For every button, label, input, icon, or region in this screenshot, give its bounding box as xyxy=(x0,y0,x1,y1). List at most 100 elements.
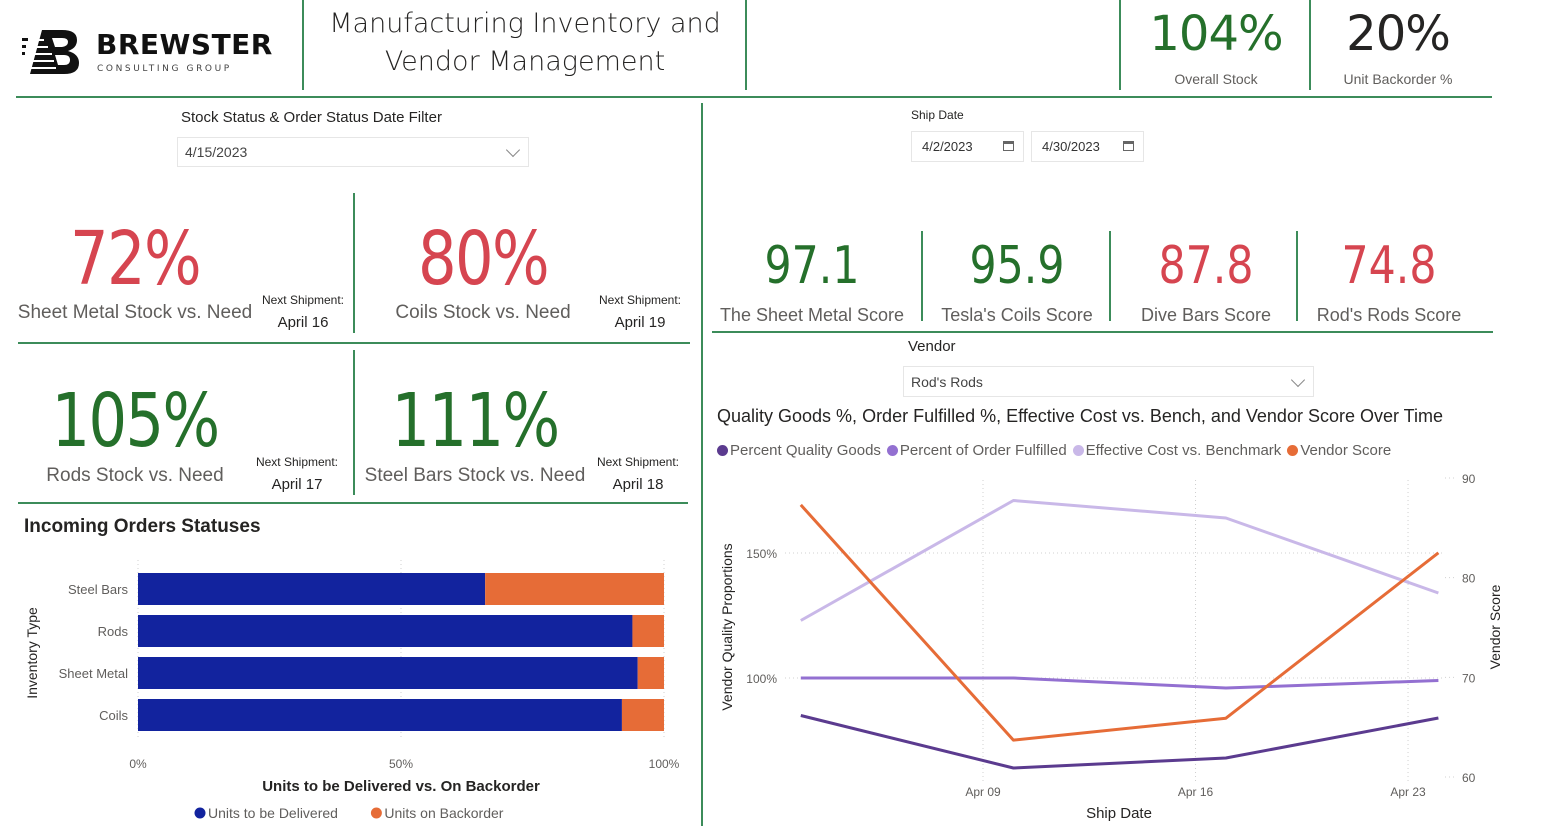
ship-date-start-input[interactable]: 4/2/2023 xyxy=(911,131,1024,162)
score-value: 87.8 xyxy=(1158,236,1254,296)
legend-marker xyxy=(886,445,898,456)
logo-subtitle: CONSULTING GROUP xyxy=(97,64,232,74)
legend-item[interactable]: Vendor Score xyxy=(1287,442,1391,459)
stock-filter-title: Stock Status & Order Status Date Filter xyxy=(181,109,442,126)
legend-marker xyxy=(1072,445,1084,456)
y-tick-label: Coils xyxy=(99,708,128,723)
divider xyxy=(712,331,1493,333)
next-shipment-label: Next Shipment: xyxy=(598,293,682,307)
incoming-orders-bar-chart: 0% 50% 100% Steel Bars Rods Sheet Metal Coils I… xyxy=(24,560,680,821)
calendar-icon[interactable] xyxy=(1123,141,1134,151)
ship-date-end-input[interactable]: 4/30/2023 xyxy=(1031,131,1144,162)
ship-date-title: Ship Date xyxy=(911,108,964,122)
score-value: 97.1 xyxy=(764,236,860,296)
divider xyxy=(18,502,688,504)
legend-marker xyxy=(717,445,728,456)
legend-label: Units to be Delivered xyxy=(208,805,338,821)
line-chart-legend: Percent Quality Goods Percent of Order Fu… xyxy=(717,442,1391,459)
bar-segment xyxy=(621,699,664,731)
logo-mark-icon xyxy=(22,30,79,74)
overall-stock-label: Overall Stock xyxy=(1174,71,1258,87)
bar-segment xyxy=(138,699,622,731)
x-axis-title: Units to be Delivered vs. On Backorder xyxy=(262,778,540,795)
next-shipment-date: April 19 xyxy=(614,314,666,331)
series-line-vendor-score xyxy=(799,503,1440,742)
bar-segment xyxy=(138,615,633,647)
x-tick-label: 100% xyxy=(649,757,680,771)
stock-value: 80% xyxy=(418,216,550,302)
legend-item[interactable]: Effective Cost vs. Benchmark xyxy=(1072,442,1282,459)
stock-value: 105% xyxy=(51,378,221,464)
unit-backorder-label: Unit Backorder % xyxy=(1343,71,1453,87)
logo-name: BREWSTER xyxy=(96,28,273,61)
stock-value: 111% xyxy=(391,378,561,464)
stock-value: 72% xyxy=(70,216,202,302)
bar-segment xyxy=(637,657,664,689)
line-chart-title: Quality Goods %, Order Fulfilled %, Effe… xyxy=(717,406,1443,426)
score-value: 74.8 xyxy=(1341,236,1437,296)
x-tick-label: 50% xyxy=(389,757,413,771)
y2-tick-label: 90 xyxy=(1462,472,1476,486)
y-tick-label: 100% xyxy=(746,672,777,686)
next-shipment-date: April 18 xyxy=(612,476,664,493)
x-axis-title: Ship Date xyxy=(1086,805,1152,822)
score-label: Tesla's Coils Score xyxy=(941,305,1093,325)
score-value: 95.9 xyxy=(969,236,1065,296)
header-divider xyxy=(16,96,1492,98)
legend-label: Percent Quality Goods xyxy=(730,442,881,459)
chevron-down-icon xyxy=(1290,372,1306,387)
legend-marker xyxy=(370,807,382,819)
divider xyxy=(302,0,304,90)
vendor-dropdown[interactable]: Rod's Rods xyxy=(903,366,1314,397)
y2-axis-title: Vendor Score xyxy=(1487,584,1503,669)
bar-segment xyxy=(485,573,664,605)
stock-filter-dropdown[interactable]: 4/15/2023 xyxy=(177,137,529,167)
series-line-percent-quality-goods xyxy=(800,714,1439,770)
y2-tick-label: 60 xyxy=(1462,771,1476,785)
divider xyxy=(1119,0,1121,90)
page-title-line1: Manufacturing Inventory and xyxy=(329,8,721,39)
bar-chart-title: Incoming Orders Statuses xyxy=(24,516,261,537)
vendor-quality-line-chart: 100% 150% 60 70 80 90 Apr 09 Apr 16 Apr 23 Vendor… xyxy=(719,472,1503,822)
bar-segment xyxy=(632,615,664,647)
divider xyxy=(18,342,690,344)
vendor-slicer-title: Vendor xyxy=(908,338,956,355)
series-line-percent-of-order-fulfilled xyxy=(800,676,1439,690)
divider xyxy=(745,0,747,90)
y-tick-label: 150% xyxy=(746,547,777,561)
stock-label: Steel Bars Stock vs. Need xyxy=(364,465,586,486)
next-shipment-label: Next Shipment: xyxy=(261,293,345,307)
next-shipment-label: Next Shipment: xyxy=(255,455,339,469)
ship-date-start-value: 4/2/2023 xyxy=(922,139,973,154)
stock-label: Rods Stock vs. Need xyxy=(46,465,224,486)
stock-label: Coils Stock vs. Need xyxy=(395,302,571,323)
bar-segment xyxy=(138,657,638,689)
calendar-icon[interactable] xyxy=(1003,141,1014,151)
next-shipment-label: Next Shipment: xyxy=(596,455,680,469)
ship-date-end-value: 4/30/2023 xyxy=(1042,139,1100,154)
x-tick-label: Apr 09 xyxy=(965,785,1001,799)
legend-label: Units on Backorder xyxy=(384,805,503,821)
legend-label: Effective Cost vs. Benchmark xyxy=(1085,442,1282,459)
score-label: Rod's Rods Score xyxy=(1316,305,1462,325)
series-line-effective-cost-vs-benchmark xyxy=(800,499,1439,622)
legend-item[interactable]: Percent of Order Fulfilled xyxy=(886,442,1067,459)
y-axis-title: Vendor Quality Proportions xyxy=(719,543,735,710)
bar-segment xyxy=(138,573,486,605)
x-tick-label: 0% xyxy=(129,757,147,771)
next-shipment-date: April 17 xyxy=(271,476,323,493)
chevron-down-icon xyxy=(505,142,521,158)
panel-divider xyxy=(701,103,703,826)
page-title-line2: Vendor Management xyxy=(384,46,666,77)
legend-marker xyxy=(194,807,206,819)
legend-label: Percent of Order Fulfilled xyxy=(899,442,1067,459)
overall-stock-value: 104% xyxy=(1149,6,1283,62)
legend-label: Vendor Score xyxy=(1300,442,1392,459)
y2-tick-label: 80 xyxy=(1462,572,1476,586)
stock-filter-value: 4/15/2023 xyxy=(185,144,248,160)
stock-label: Sheet Metal Stock vs. Need xyxy=(17,302,253,323)
page-title: Manufacturing Inventory and Vendor Manag… xyxy=(305,5,745,81)
legend-item[interactable]: Percent Quality Goods xyxy=(717,442,881,459)
next-shipment-date: April 16 xyxy=(277,314,329,331)
x-tick-label: Apr 16 xyxy=(1178,785,1214,799)
